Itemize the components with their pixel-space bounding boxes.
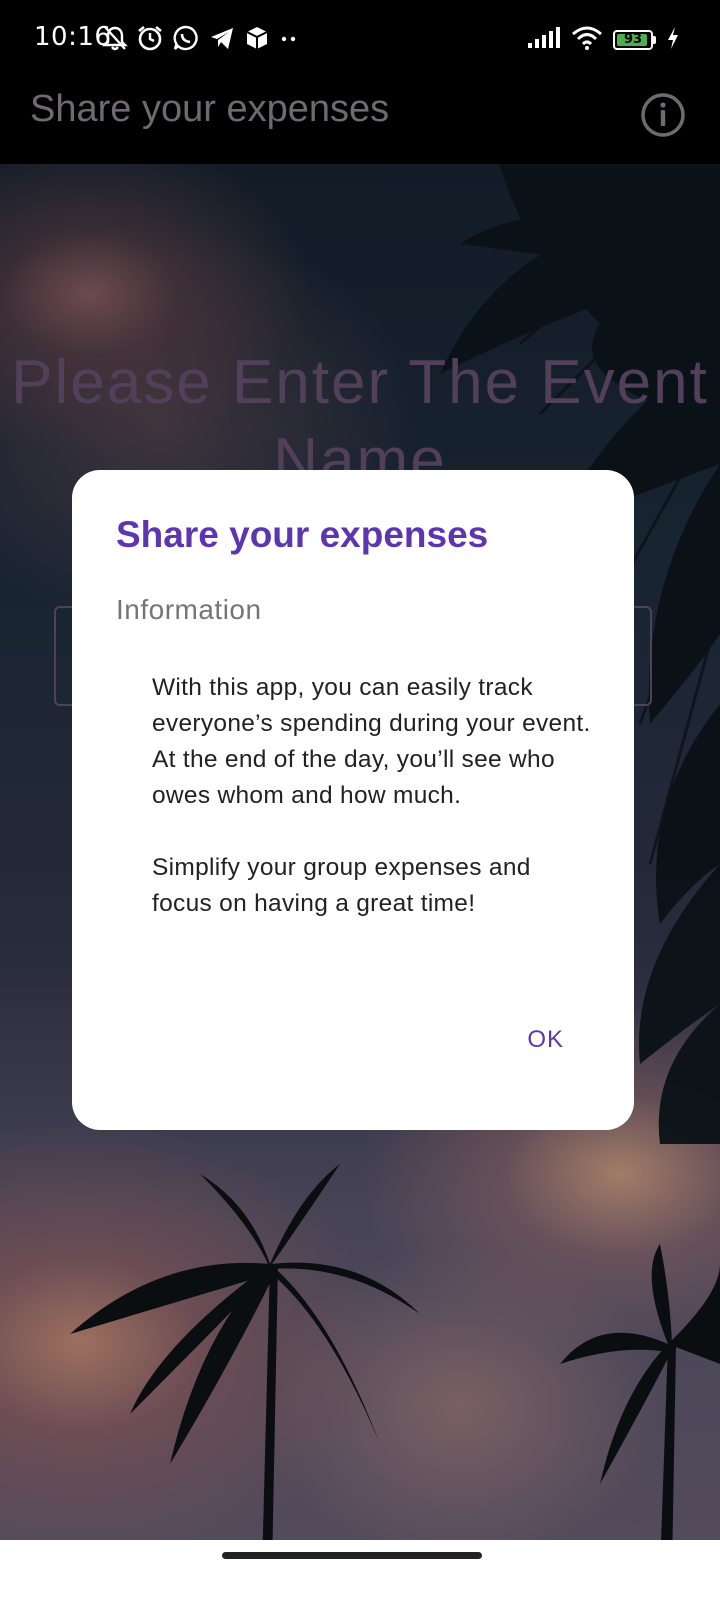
info-dialog: Share your expenses Information With thi… (72, 470, 634, 1130)
dialog-subtitle: Information (116, 594, 262, 625)
dialog-body-text: At the end of the day, you’ll see who ow… (152, 746, 555, 809)
ok-button[interactable]: OK (527, 1026, 564, 1054)
battery-frame: 93 (613, 30, 653, 50)
dialog-body-text: Simplify your group expenses and focus o… (152, 854, 531, 917)
telegram-icon (208, 24, 236, 52)
battery-level: 93 (623, 32, 643, 47)
more-dots-icon (278, 24, 300, 52)
app-title: Share your expenses (30, 88, 390, 130)
home-indicator[interactable] (222, 1552, 482, 1559)
dialog-body: With this app, you can easily track ever… (152, 670, 592, 922)
charging-icon (666, 26, 680, 54)
battery-tip (653, 36, 656, 44)
dialog-body-spacer (152, 814, 592, 850)
status-time: 10:16 (34, 22, 112, 52)
wifi-icon (571, 26, 603, 54)
system-icons: 93 (527, 26, 680, 54)
alarm-icon (136, 24, 164, 52)
status-bar: 10:16 93 (0, 0, 720, 82)
bell-off-icon (102, 24, 128, 52)
screen: 10:16 93 Share your expenses Please Ente… (0, 0, 720, 1600)
navigation-bar (0, 1540, 720, 1600)
whatsapp-icon (172, 24, 200, 52)
dialog-title: Share your expenses (116, 514, 489, 555)
box-icon (244, 24, 270, 52)
signal-icon (527, 27, 561, 53)
battery-icon: 93 (613, 30, 656, 50)
dialog-body-text: With this app, you can easily track ever… (152, 674, 591, 737)
notification-icons (102, 24, 300, 52)
app-bar: Share your expenses (0, 82, 720, 164)
info-icon[interactable] (640, 92, 686, 138)
